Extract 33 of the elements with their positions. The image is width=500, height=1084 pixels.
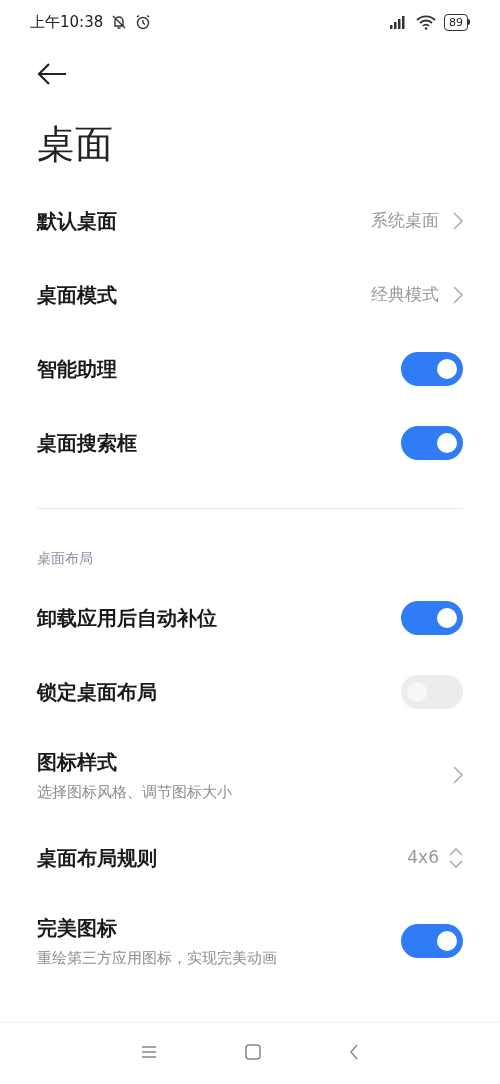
back-chevron-icon[interactable]: [349, 1043, 359, 1060]
setting-label[interactable]: 图标样式: [37, 746, 232, 777]
setting-label[interactable]: 智能助理: [37, 354, 117, 384]
battery-indicator: 89: [444, 13, 468, 31]
setting-value: 4x6: [407, 846, 439, 870]
toggle-switch[interactable]: [401, 601, 463, 635]
home-square-icon[interactable]: [245, 1043, 261, 1060]
setting-label[interactable]: 完美图标: [37, 912, 277, 943]
setting-description: 重绘第三方应用图标，实现完美动画: [37, 947, 277, 969]
setting-value: 经典模式: [371, 283, 439, 307]
menu-icon[interactable]: [141, 1044, 157, 1059]
page-title: 桌面: [37, 120, 113, 168]
signal-icon: [388, 14, 408, 30]
setting-label[interactable]: 桌面布局规则: [37, 843, 157, 873]
chevron-right-icon: [453, 212, 463, 230]
back-arrow-icon[interactable]: [37, 63, 67, 85]
toggle-switch[interactable]: [401, 352, 463, 386]
status-time: 上午10:38: [30, 11, 104, 33]
setting-label[interactable]: 默认桌面: [37, 206, 117, 236]
wifi-icon: [416, 14, 436, 30]
toggle-switch[interactable]: [401, 426, 463, 460]
alarm-clock-icon: [135, 14, 152, 30]
setting-description: 选择图标风格、调节图标大小: [37, 781, 232, 803]
up-down-arrows-icon: [449, 847, 463, 869]
setting-value: 系统桌面: [371, 209, 439, 233]
section-header: 桌面布局: [37, 549, 93, 568]
setting-label[interactable]: 桌面搜索框: [37, 428, 137, 458]
chevron-right-icon: [453, 286, 463, 304]
chevron-right-icon: [453, 766, 463, 784]
toggle-switch[interactable]: [401, 924, 463, 958]
muted-bell-icon: [111, 14, 128, 30]
setting-label[interactable]: 桌面模式: [37, 280, 117, 310]
setting-label[interactable]: 卸载应用后自动补位: [37, 603, 217, 633]
